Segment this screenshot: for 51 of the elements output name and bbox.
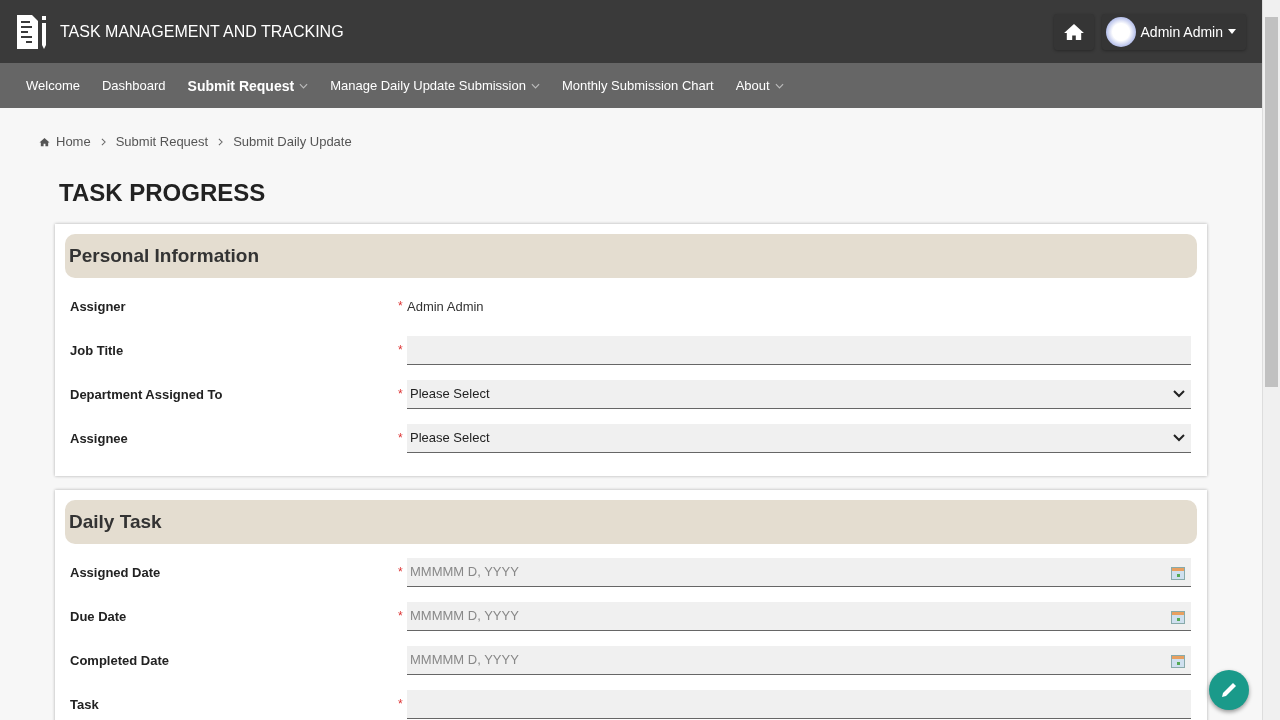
breadcrumb-link[interactable]: Submit Daily Update — [233, 134, 352, 149]
required-mark: * — [398, 609, 403, 623]
section-header: Personal Information — [65, 234, 1197, 278]
nav-menu-item[interactable]: Manage Daily Update Submission — [320, 78, 550, 93]
chevron-down-icon — [1173, 433, 1185, 442]
field-label: Job Title — [70, 342, 125, 358]
user-menu-button[interactable]: Admin Admin — [1101, 13, 1246, 50]
field-label: Department Assigned To — [70, 386, 224, 402]
required-mark: * — [398, 697, 403, 711]
home-button[interactable] — [1053, 13, 1094, 50]
edit-button[interactable] — [1209, 670, 1249, 710]
select-field[interactable]: Please Select — [407, 423, 1191, 453]
calendar-icon[interactable] — [1171, 566, 1185, 580]
date-field[interactable]: MMMMM D, YYYY — [407, 557, 1191, 587]
field-label: Task — [70, 696, 100, 712]
required-mark: * — [398, 565, 403, 579]
home-icon — [39, 136, 50, 147]
field-label: Assignee — [70, 430, 129, 446]
nav-menu-item[interactable]: Welcome — [16, 78, 90, 93]
required-mark: * — [398, 343, 403, 357]
breadcrumb-link[interactable]: Submit Request — [115, 134, 209, 149]
field-label: Assigner — [70, 298, 127, 314]
nav-menu-item[interactable]: About — [725, 78, 794, 93]
chevron-right-icon — [100, 137, 106, 146]
field-label: Assigned Date — [70, 564, 162, 580]
date-field[interactable]: MMMMM D, YYYY — [407, 645, 1191, 675]
field-value: Admin Admin — [407, 298, 484, 314]
calendar-icon[interactable] — [1171, 610, 1185, 624]
pencil-icon — [1219, 680, 1239, 700]
breadcrumb-link[interactable]: Home — [56, 134, 91, 149]
chevron-down-icon — [1173, 389, 1185, 398]
avatar — [1105, 16, 1136, 47]
scrollbar[interactable] — [1262, 0, 1280, 720]
document-pencil-icon — [16, 13, 48, 50]
chevron-right-icon — [218, 137, 224, 146]
field-label: Completed Date — [70, 652, 170, 668]
required-mark: * — [398, 431, 403, 445]
caret-icon — [1228, 29, 1236, 34]
nav-menu-item[interactable]: Dashboard — [91, 78, 176, 93]
required-mark: * — [398, 387, 403, 401]
date-field[interactable]: MMMMM D, YYYY — [407, 601, 1191, 631]
nav-menu-item[interactable]: Monthly Submission Chart — [551, 78, 724, 93]
required-mark: * — [398, 299, 403, 313]
section-header: Daily Task — [65, 500, 1197, 544]
app-title: TASK MANAGEMENT AND TRACKING — [60, 22, 344, 41]
select-field[interactable]: Please Select — [407, 379, 1191, 409]
page-title: TASK PROGRESS — [59, 179, 267, 207]
nav-menu-item[interactable]: Submit Request — [177, 77, 319, 94]
home-icon — [1062, 22, 1085, 41]
calendar-icon[interactable] — [1171, 654, 1185, 668]
field-label: Due Date — [70, 608, 128, 624]
